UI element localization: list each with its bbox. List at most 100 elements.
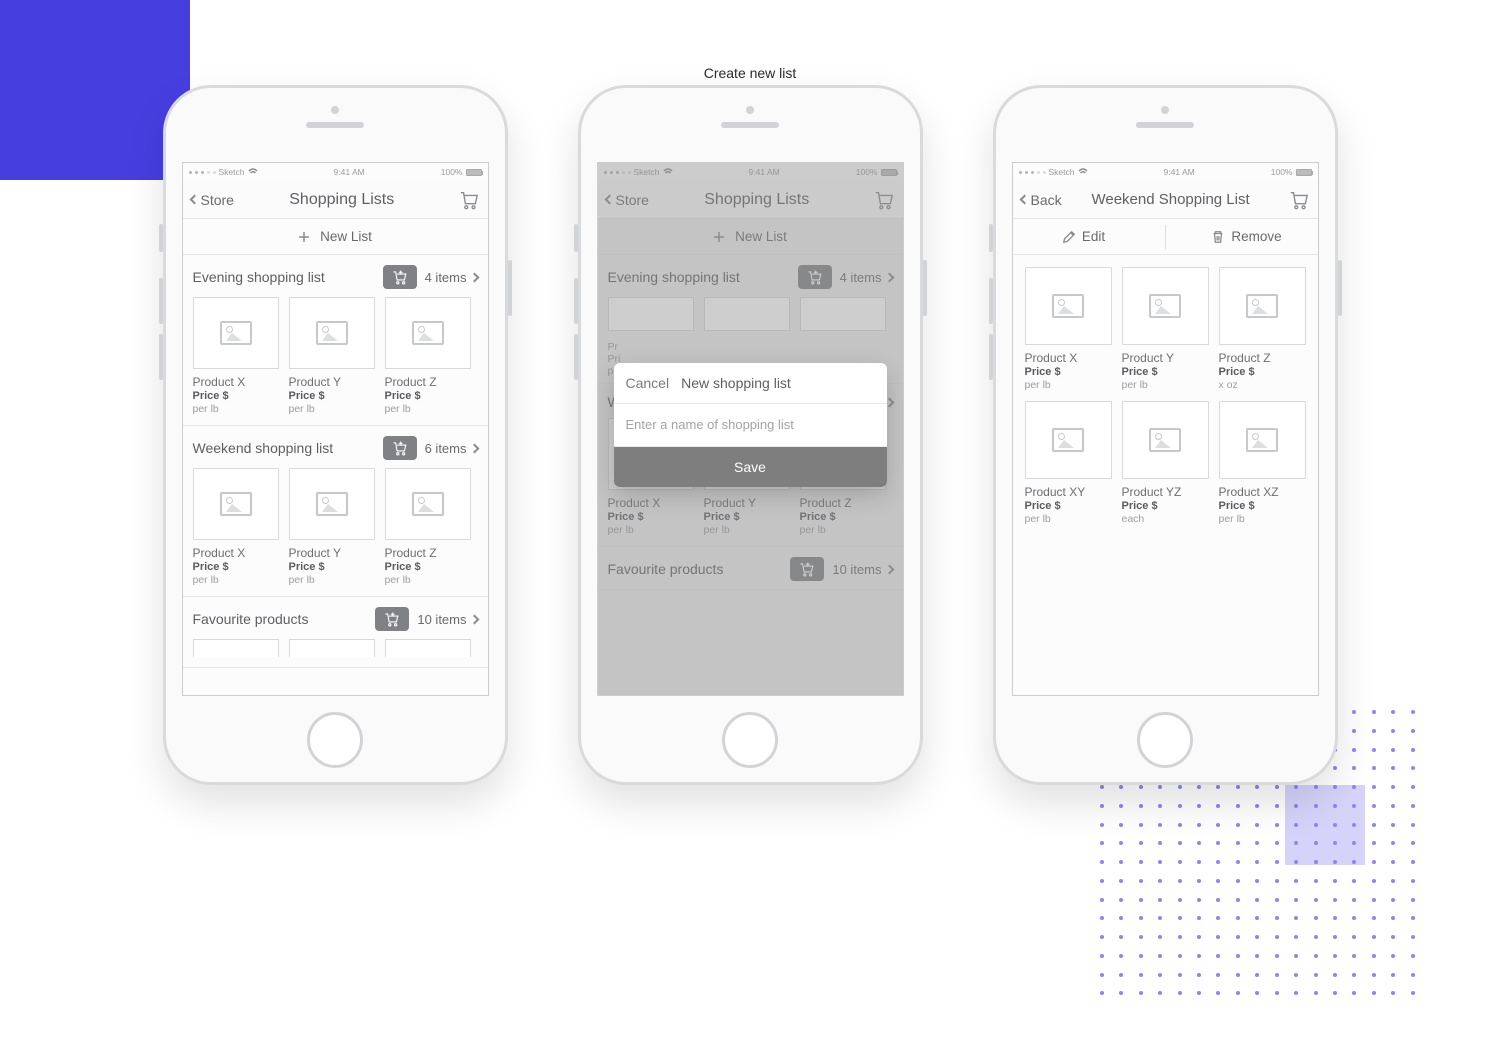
cart-add-icon [383,611,401,627]
phone-mute-switch [989,224,993,252]
list-count[interactable]: 4 items [425,270,478,285]
product-row [193,639,478,667]
image-icon [1149,294,1181,318]
cart-add-icon [391,269,409,285]
image-icon [412,492,444,516]
phone-power [508,260,512,316]
list-title: Weekend shopping list [193,440,375,456]
product-thumb-peek [193,639,279,657]
new-list-bar[interactable]: New List [183,219,488,255]
phone-mute-switch [574,224,578,252]
list-row[interactable]: Weekend shopping list 6 items [193,426,478,468]
product-card[interactable]: Product ZPrice $x oz [1219,267,1306,391]
product-thumb [385,297,471,369]
cart-button[interactable] [450,190,480,210]
image-icon [412,321,444,345]
home-button[interactable] [1137,712,1193,768]
chevron-left-icon [1019,195,1029,205]
product-grid: Product XPrice $per lb Product YPrice $p… [1013,255,1318,537]
product-row: Product XPrice $per lb Product YPrice $p… [193,468,478,596]
list-name-input[interactable] [626,417,875,432]
list-count[interactable]: 6 items [425,441,478,456]
chevron-right-icon [469,272,479,282]
chevron-left-icon [189,195,199,205]
battery-icon [1296,169,1312,176]
navbar-title: Weekend Shopping List [1062,191,1280,208]
product-card[interactable]: Product XYPrice $per lb [1025,401,1112,525]
edit-button[interactable]: Edit [1013,219,1155,254]
back-button[interactable]: Back [1021,192,1062,208]
phone-vol-up [989,278,993,324]
modal-cancel-button[interactable]: Cancel [626,375,670,391]
product-card[interactable]: Product XPrice $per lb [1025,267,1112,391]
home-button[interactable] [307,712,363,768]
product-card[interactable]: Product YPrice $per lb [1122,267,1209,391]
phone-vol-up [574,278,578,324]
image-icon [1052,428,1084,452]
product-thumb [385,468,471,540]
phone-vol-up [159,278,163,324]
remove-button[interactable]: Remove [1176,219,1318,254]
product-card[interactable]: Product XPrice $per lb [193,468,279,586]
trash-icon [1211,230,1225,244]
product-thumb-peek [385,639,471,657]
home-button[interactable] [722,712,778,768]
product-thumb [193,297,279,369]
cart-button[interactable] [1280,190,1310,210]
image-icon [1052,294,1084,318]
battery-icon [466,169,482,176]
cart-icon [458,190,480,210]
add-all-to-cart-button[interactable] [383,265,417,289]
image-icon [316,492,348,516]
status-bar: Sketch 9:41 AM 100% [1013,163,1318,181]
navbar-title: Shopping Lists [234,191,450,209]
cart-add-icon [391,440,409,456]
wifi-icon [248,168,258,176]
navbar: Store Shopping Lists [183,181,488,219]
product-card[interactable]: Product YZPrice $each [1122,401,1209,525]
product-card[interactable]: Product XPrice $per lb [193,297,279,415]
add-all-to-cart-button[interactable] [383,436,417,460]
battery-label: 100% [441,167,463,177]
product-thumb [289,468,375,540]
product-thumb [1025,267,1112,345]
list-evening: Evening shopping list 4 items Product XP… [183,255,488,426]
list-count[interactable]: 10 items [417,612,477,627]
plus-icon [298,231,310,243]
phone-speaker [1136,122,1194,128]
new-list-modal: Cancel New shopping list Save [614,363,887,487]
phone-vol-down [574,334,578,380]
image-icon [1246,428,1278,452]
carrier-label: Sketch [219,167,245,177]
phone-2: Sketch 9:41 AM 100% Store Shopping Lists… [578,85,923,785]
product-card[interactable]: Product ZPrice $per lb [385,468,471,586]
screen-new-list-modal: Sketch 9:41 AM 100% Store Shopping Lists… [597,162,904,696]
back-button[interactable]: Store [191,192,234,208]
product-card[interactable]: Product ZPrice $per lb [385,297,471,415]
modal-title: New shopping list [681,375,874,391]
list-row[interactable]: Favourite products 10 items [193,597,478,639]
product-card[interactable]: Product YPrice $per lb [289,468,375,586]
back-label: Store [201,192,234,208]
product-thumb [1219,401,1306,479]
product-row: Product XPrice $per lb Product YPrice $p… [193,297,478,425]
wifi-icon [1078,168,1088,176]
add-all-to-cart-button[interactable] [375,607,409,631]
chevron-right-icon [469,614,479,624]
image-icon [1246,294,1278,318]
product-thumb-peek [289,639,375,657]
modal-header: Cancel New shopping list [614,363,887,403]
phone-vol-down [159,334,163,380]
list-row[interactable]: Evening shopping list 4 items [193,255,478,297]
cart-icon [1288,190,1310,210]
list-title: Evening shopping list [193,269,375,285]
phone-power [1338,260,1342,316]
divider [1165,225,1166,249]
product-thumb [289,297,375,369]
image-icon [220,492,252,516]
product-card[interactable]: Product XZPrice $per lb [1219,401,1306,525]
modal-save-button[interactable]: Save [614,447,887,487]
product-card[interactable]: Product YPrice $per lb [289,297,375,415]
product-thumb [1122,401,1209,479]
modal-input-row [614,403,887,447]
